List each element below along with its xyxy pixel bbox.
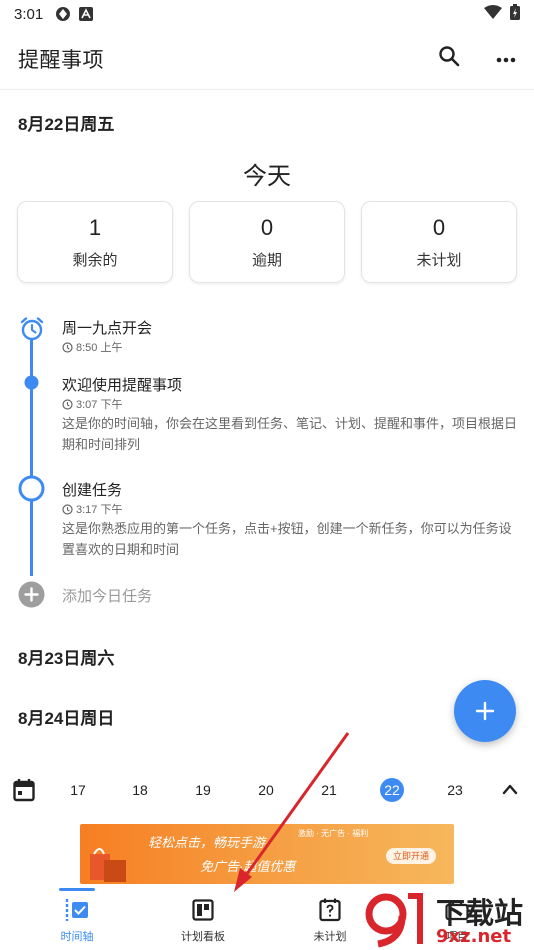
font-notification-icon xyxy=(79,7,94,21)
stat-card-overdue[interactable]: 0 逾期 xyxy=(189,201,345,283)
clock-icon xyxy=(62,398,73,410)
wifi-icon xyxy=(484,5,502,23)
week-day[interactable]: 23 xyxy=(438,778,472,802)
time-text: 8:50 上午 xyxy=(76,342,123,354)
battery-icon xyxy=(510,4,520,24)
ad-action-button[interactable]: 立即开通 xyxy=(386,848,436,864)
week-day[interactable]: 18 xyxy=(123,778,157,802)
nav-board[interactable]: 计划看板 xyxy=(158,888,248,950)
watermark-logo xyxy=(365,893,423,948)
ad-small-text: 激励 · 无广告 · 福利 xyxy=(298,829,369,838)
search-icon[interactable] xyxy=(438,45,460,72)
time-text: 3:17 下午 xyxy=(76,504,123,516)
nav-label: 时间轴 xyxy=(60,931,94,943)
alarm-icon xyxy=(19,316,45,347)
timeline-item-title[interactable]: 创建任务 xyxy=(62,479,122,500)
watermark-url: 9xz.net xyxy=(436,926,512,947)
stat-label: 剩余的 xyxy=(72,251,118,269)
add-fab-button[interactable] xyxy=(454,680,516,742)
app-notification-icon xyxy=(55,6,71,22)
chevron-up-icon[interactable] xyxy=(502,782,518,800)
ad-banner[interactable]: 激励 · 无广告 · 福利 轻松点击，畅玩手游 免广告·超值优惠 立即开通 xyxy=(80,824,454,884)
timeline-item-description: 这是你的时间轴，你会在这里看到任务、笔记、计划、提醒和事件，项目根据日期和时间排… xyxy=(62,416,518,452)
date-header-today: 8月22日周五 xyxy=(18,115,115,134)
gift-icon xyxy=(90,848,126,882)
nav-label: 计划看板 xyxy=(181,931,225,943)
timeline-item-time: 8:50 上午 xyxy=(62,339,122,355)
stat-label: 逾期 xyxy=(251,251,282,269)
stat-label: 未计划 xyxy=(416,251,462,269)
watermark: 下载站 9xz.net xyxy=(364,886,534,950)
status-time: 3:01 xyxy=(14,5,44,23)
timeline-item-time: 3:17 下午 xyxy=(62,501,122,517)
clock-icon xyxy=(62,341,73,353)
clock-icon xyxy=(62,503,73,515)
nav-unplanned[interactable]: 未计划 xyxy=(285,888,375,950)
ad-sub-text: 免广告·超值优惠 xyxy=(200,859,296,874)
active-indicator xyxy=(59,888,95,891)
week-day[interactable]: 21 xyxy=(312,778,346,802)
timeline-icon xyxy=(64,898,90,922)
stats-row: 1 剩余的 0 逾期 0 未计划 xyxy=(17,201,517,283)
today-label: 今天 xyxy=(243,163,291,190)
week-day-selected[interactable]: 22 xyxy=(380,778,404,802)
timeline-item-title[interactable]: 周一九点开会 xyxy=(62,317,152,338)
timeline-item-title[interactable]: 欢迎使用提醒事项 xyxy=(62,374,182,395)
dot-icon xyxy=(24,375,39,395)
week-day[interactable]: 19 xyxy=(186,778,220,802)
app-bar: 提醒事项 xyxy=(0,28,534,90)
timeline-item-description: 这是你熟悉应用的第一个任务，点击+按钮，创建一个新任务，你可以为任务设置喜欢的日… xyxy=(62,521,512,557)
week-day[interactable]: 20 xyxy=(249,778,283,802)
date-header-saturday[interactable]: 8月23日周六 xyxy=(18,644,114,669)
stat-value: 1 xyxy=(88,214,102,240)
timeline-item-time: 3:07 下午 xyxy=(62,396,122,412)
page-title: 提醒事项 xyxy=(18,48,104,72)
date-header-sunday[interactable]: 8月24日周日 xyxy=(18,704,114,729)
stat-card-remaining[interactable]: 1 剩余的 xyxy=(17,201,173,283)
plus-icon xyxy=(475,701,495,721)
unplanned-icon xyxy=(319,898,341,922)
add-today-task[interactable]: 添加今日任务 xyxy=(62,585,152,606)
stat-value: 0 xyxy=(260,214,274,240)
nav-label: 未计划 xyxy=(313,931,347,943)
board-icon xyxy=(192,898,214,922)
nav-timeline[interactable]: 时间轴 xyxy=(32,888,122,950)
stat-card-unplanned[interactable]: 0 未计划 xyxy=(361,201,517,283)
week-strip: 17 18 19 20 21 22 23 xyxy=(0,770,534,810)
status-bar: 3:01 xyxy=(0,0,534,28)
week-day[interactable]: 17 xyxy=(61,778,95,802)
add-circle-icon[interactable] xyxy=(18,581,45,613)
ad-main-text: 轻松点击，畅玩手游 xyxy=(148,835,266,850)
calendar-icon[interactable] xyxy=(13,778,35,807)
time-text: 3:07 下午 xyxy=(76,399,123,411)
stat-value: 0 xyxy=(432,214,446,240)
more-horizontal-icon[interactable] xyxy=(496,50,516,68)
ring-icon[interactable] xyxy=(18,475,45,507)
